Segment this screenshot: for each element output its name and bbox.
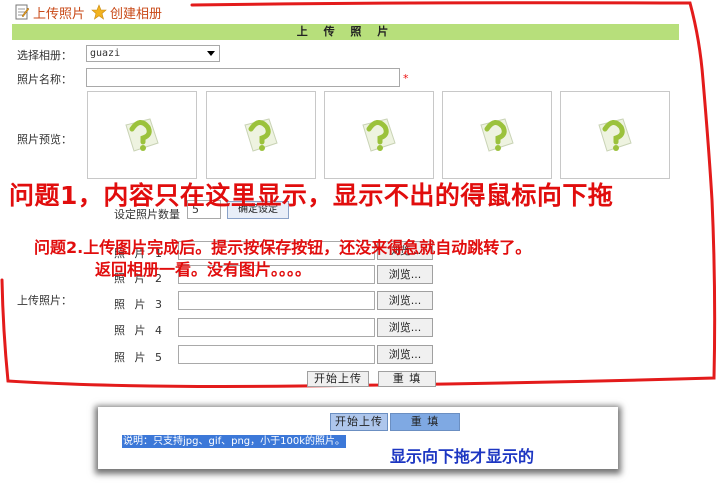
browse-button[interactable]: 浏览... (377, 265, 433, 284)
preview-thumbnail (87, 91, 197, 179)
form-title-bar: 上 传 照 片 (12, 24, 679, 40)
photo-file-input[interactable] (178, 318, 375, 337)
album-label: 选择相册： (17, 49, 72, 62)
preview-thumbnail (442, 91, 552, 179)
photo-row-label: 照 片 5 (114, 351, 165, 364)
upload-photo-label: 上传照片 (33, 6, 86, 22)
panel-reset-button[interactable]: 重 填 (390, 413, 460, 431)
annotation-question2-line1: 问题2.上传图片完成后。提示按保存按钮，还没来得急就自动跳转了。 (34, 238, 532, 257)
question-image-icon (362, 118, 396, 152)
question-image-icon (598, 118, 632, 152)
photo-file-input[interactable] (178, 291, 375, 310)
album-select[interactable]: guazi (86, 45, 220, 62)
dropdown-arrow-icon (207, 51, 215, 56)
create-album-label: 创建相册 (110, 6, 163, 22)
question-image-icon (480, 118, 514, 152)
start-upload-button[interactable]: 开始上传 (307, 371, 369, 387)
question-image-icon (244, 118, 278, 152)
browse-button[interactable]: 浏览... (377, 345, 433, 364)
preview-label: 照片预览： (17, 133, 72, 146)
browse-button[interactable]: 浏览... (377, 318, 433, 337)
photo-row-label: 照 片 3 (114, 298, 165, 311)
panel-start-upload-button[interactable]: 开始上传 (330, 413, 388, 431)
photo-name-label: 照片名称： (17, 73, 72, 86)
create-album-link[interactable]: 创建相册 (91, 3, 162, 22)
photo-file-input[interactable] (178, 345, 375, 364)
annotation-question2-line2: 返回相册一看。没有图片。。。。 (95, 260, 312, 279)
preview-thumbnail (324, 91, 434, 179)
photo-name-input[interactable] (86, 68, 400, 87)
upload-photos-label: 上传照片： (17, 294, 72, 307)
annotation-question1: 问题1，内容只在这里显示，显示不出的得鼠标向下拖 (9, 181, 614, 210)
reset-button[interactable]: 重 填 (378, 371, 436, 387)
preview-thumbnail (560, 91, 670, 179)
required-mark: * (403, 72, 409, 85)
album-selected-value: guazi (90, 48, 121, 59)
scrolled-view-panel: 开始上传 重 填 说明：只支持jpg、gif、png，小于100k的照片。 显示… (98, 407, 618, 469)
browse-button[interactable]: 浏览... (377, 291, 433, 310)
upload-info-text: 说明：只支持jpg、gif、png，小于100k的照片。 (122, 435, 347, 448)
star-icon (91, 4, 107, 20)
question-image-icon (125, 118, 159, 152)
photo-row-label: 照 片 4 (114, 324, 165, 337)
upload-photo-icon (15, 4, 30, 20)
annotation-panel-note: 显示向下拖才显示的 (390, 447, 535, 466)
upload-photo-link[interactable]: 上传照片 (14, 3, 85, 22)
preview-thumbnail (206, 91, 316, 179)
top-toolbar: 上传照片 创建相册 (14, 2, 162, 22)
